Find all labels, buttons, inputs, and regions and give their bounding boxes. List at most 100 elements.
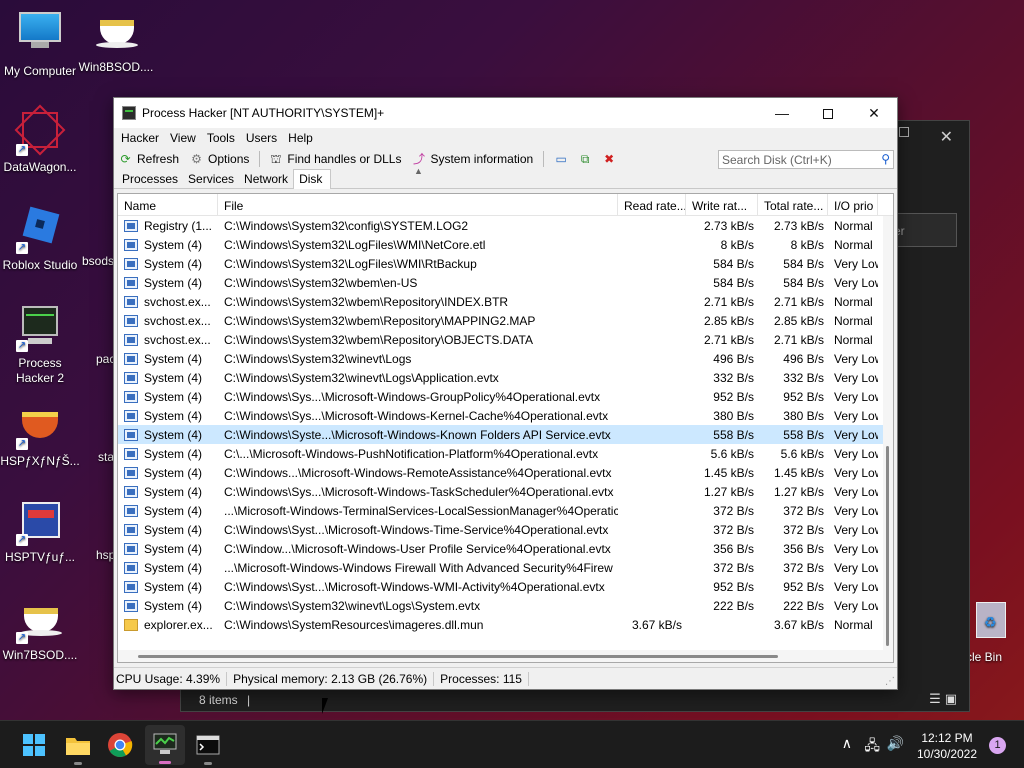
start-button[interactable] [20,731,48,759]
table-row[interactable]: System (4) C:\Windows\System32\LogFiles\W… [118,254,893,273]
table-row[interactable]: System (4) C:\Windows\Sys...\Microsoft-Wi… [118,406,893,425]
system-information-button[interactable]: ⤴ System information [411,152,533,167]
table-row[interactable]: explorer.ex... C:\Windows\SystemResources… [118,615,893,634]
desktop-icon-roblox-studio[interactable]: ↗ Roblox Studio [0,206,80,273]
table-row[interactable]: System (4) ...\Microsoft-Windows-Windows … [118,558,893,577]
window-icon[interactable]: ▭ [552,151,570,167]
taskbar-chrome[interactable] [106,731,134,759]
taskbar-process-hacker[interactable] [145,725,185,765]
column-file[interactable]: File [218,194,618,215]
search-icon[interactable]: ⚲ [881,152,890,166]
shortcut-arrow-icon: ↗ [16,340,28,352]
search-placeholder: Search Disk (Ctrl+K) [722,153,832,167]
network-icon[interactable]: 🖧 [864,735,880,759]
table-row[interactable]: System (4) C:\Window...\Microsoft-Windows… [118,539,893,558]
table-row[interactable]: System (4) ...\Microsoft-Windows-Terminal… [118,501,893,520]
tab-network[interactable]: Network [239,170,293,188]
minimize-button[interactable]: — [759,98,805,128]
table-row[interactable]: System (4) C:\Windows\System32\winevt\Log… [118,596,893,615]
resize-grip-icon[interactable]: ⋰ [885,676,895,687]
disk-activity-list[interactable]: Name File Read rate... Write rat... Tota… [117,193,894,663]
table-row[interactable]: System (4) C:\Windows\Syst...\Microsoft-W… [118,520,893,539]
menu-tools[interactable]: Tools [203,131,242,145]
column-io-priority[interactable]: I/O prio [828,194,878,215]
vertical-scrollbar[interactable] [883,216,893,662]
find-handles-button[interactable]: ⛫ Find handles or DLLs [268,152,401,167]
desktop-icon-my-computer[interactable]: My Computer [0,8,80,79]
process-name: System (4) [144,408,203,423]
close-icon[interactable]: ✕ [940,127,953,147]
chevron-up-icon[interactable]: ∧ [842,735,852,752]
desktop-icon-process-hacker[interactable]: ↗ Process Hacker 2 [0,304,80,386]
column-name[interactable]: Name [118,194,218,215]
table-row[interactable]: System (4) C:\Windows...\Microsoft-Window… [118,463,893,482]
table-row[interactable]: System (4) C:\Windows\Syst...\Microsoft-W… [118,577,893,596]
table-row[interactable]: System (4) C:\Windows\Syste...\Microsoft-… [118,425,893,444]
desktop-icon-datawagon[interactable]: ↗ DataWagon... [0,104,80,175]
find-window-icon[interactable]: ⧉ [576,151,594,167]
title-bar[interactable]: Process Hacker [NT AUTHORITY\SYSTEM]+ — … [114,98,897,128]
table-row[interactable]: svchost.ex... C:\Windows\System32\wbem\Re… [118,292,893,311]
clock[interactable]: 12:12 PM 10/30/2022 [912,730,982,762]
tab-processes[interactable]: Processes [117,170,183,188]
tab-disk[interactable]: Disk [293,169,332,189]
write-rate-cell: 332 B/s [713,370,754,385]
table-row[interactable]: svchost.ex... C:\Windows\System32\wbem\Re… [118,330,893,349]
desktop-icon-sta[interactable]: sta [98,450,114,464]
view-toggle-icons[interactable]: ☰▣ [929,691,961,707]
refresh-icon: ⟳ [120,151,131,166]
scroll-thumb[interactable] [138,655,778,658]
desktop-icon-win7bsod[interactable]: ↗ Win7BSOD.... [0,596,80,663]
volume-icon[interactable]: 🔊 [887,735,904,752]
menu-view[interactable]: View [166,131,203,145]
process-name-cell: System (4) [118,257,218,271]
table-row[interactable]: System (4) C:\...\Microsoft-Windows-PushN… [118,444,893,463]
horizontal-scrollbar[interactable] [118,650,893,662]
find-handles-label: Find handles or DLLs [287,152,402,166]
maximize-button[interactable] [805,98,851,128]
roblox-studio-icon: ↗ [16,206,64,254]
desktop-icon-hsptv[interactable]: ↗ HSPTVƒuƒ... [0,498,80,565]
menu-users[interactable]: Users [242,131,284,145]
close-red-x-icon[interactable]: ✖ [600,151,618,167]
total-rate-cell: 5.6 kB/s [780,446,824,461]
scroll-thumb[interactable] [886,446,889,646]
maximize-icon[interactable] [899,127,909,137]
desktop-icon-hsp-tool[interactable]: ↗ HSPƒXƒNƒŠ... [0,402,80,469]
search-disk-input[interactable]: Search Disk (Ctrl+K) ⚲ [718,150,894,169]
chrome-icon [108,733,133,758]
process-hacker-icon [153,733,177,754]
tab-services[interactable]: Services [183,170,239,188]
table-row[interactable]: System (4) C:\Windows\System32\winevt\Log… [118,349,893,368]
taskbar-terminal[interactable] [194,731,222,765]
column-total-rate[interactable]: Total rate... [758,194,828,215]
table-row[interactable]: System (4) C:\Windows\System32\LogFiles\W… [118,235,893,254]
io-priority-cell: Very Low [834,598,878,613]
table-row[interactable]: System (4) C:\Windows\System32\wbem\en-US… [118,273,893,292]
taskbar-file-explorer[interactable] [64,731,92,765]
notification-badge[interactable]: 1 [989,737,1006,754]
process-name: svchost.ex... [144,313,211,328]
menu-help[interactable]: Help [284,131,320,145]
desktop-icon-bsods[interactable]: bsods [82,254,114,268]
table-row[interactable]: System (4) C:\Windows\Sys...\Microsoft-Wi… [118,387,893,406]
terminal-icon [196,735,220,755]
column-write-rate[interactable]: Write rat... [686,194,758,215]
write-rate-cell: 2.73 kB/s [703,218,754,233]
file-path-cell: C:\...\Microsoft-Windows-PushNotificatio… [224,446,599,461]
options-button[interactable]: ⚙ Options [189,152,249,167]
menu-hacker[interactable]: Hacker [117,131,166,145]
column-read-rate[interactable]: Read rate... [618,194,686,215]
close-button[interactable]: ✕ [851,98,897,128]
process-hacker-window[interactable]: Process Hacker [NT AUTHORITY\SYSTEM]+ — … [113,97,898,690]
table-row[interactable]: Registry (1... C:\Windows\System32\config… [118,216,893,235]
process-name-cell: System (4) [118,447,218,461]
table-row[interactable]: svchost.ex... C:\Windows\System32\wbem\Re… [118,311,893,330]
table-row[interactable]: System (4) C:\Windows\Sys...\Microsoft-Wi… [118,482,893,501]
desktop-icon-win8bsod[interactable]: Win8BSOD.... [76,8,156,75]
table-row[interactable]: System (4) C:\Windows\System32\winevt\Log… [118,368,893,387]
file-path-cell: C:\Windows\System32\LogFiles\WMI\RtBacku… [224,256,477,271]
total-rate-cell: 372 B/s [783,560,824,575]
desktop-icon-label: bsods [82,254,115,268]
refresh-button[interactable]: ⟳ Refresh [118,152,179,167]
